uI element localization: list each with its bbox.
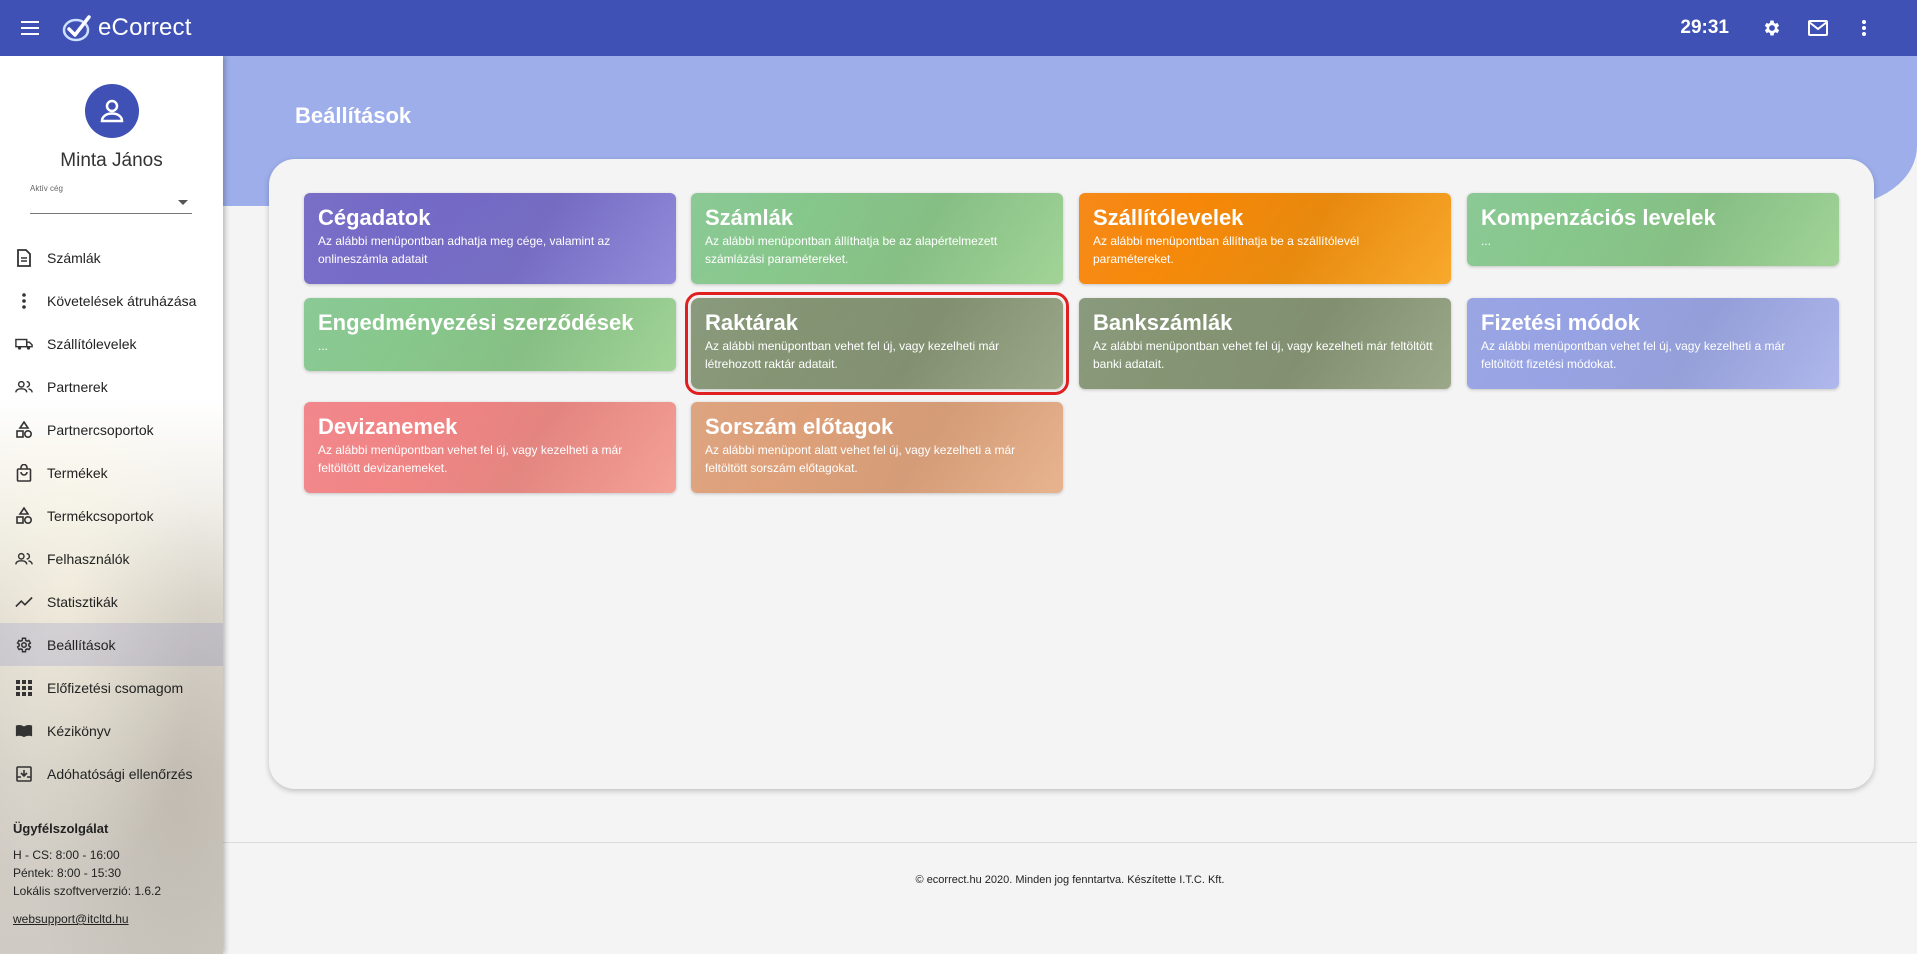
- tile-title: Fizetési módok: [1481, 310, 1640, 335]
- tile-title: Számlák: [705, 205, 794, 230]
- sidebar-item-szamlak[interactable]: Számlák: [0, 236, 223, 279]
- gear-icon: [15, 636, 33, 654]
- sidebar-item-label: Partnercsoportok: [47, 421, 154, 438]
- sidebar-item-label: Szállítólevelek: [47, 335, 137, 352]
- tile-title: Cégadatok: [318, 205, 431, 230]
- support-hours-weekdays: H - CS: 8:00 - 16:00: [13, 848, 120, 862]
- sidebar-item-label: Beállítások: [47, 636, 116, 653]
- tile-sorszam-elotagok[interactable]: Sorszám előtagok Az alábbi menüpont alat…: [691, 402, 1063, 493]
- gear-icon[interactable]: [1749, 0, 1795, 56]
- footer-divider: [223, 842, 1917, 843]
- chevron-down-icon: [178, 200, 188, 205]
- top-app-bar: eCorrect 29:31: [0, 0, 1917, 56]
- sidebar-item-label: Termékcsoportok: [47, 507, 154, 524]
- category-icon: [15, 420, 33, 439]
- session-timer: 29:31: [1680, 17, 1729, 38]
- tile-devizanemek[interactable]: Devizanemek Az alábbi menüpontban vehet …: [304, 402, 676, 493]
- tile-engedmenyezesi-szerzodesek[interactable]: Engedményezési szerződések ...: [304, 298, 676, 371]
- user-avatar-icon[interactable]: [84, 84, 139, 138]
- sidebar-item-koveteles[interactable]: Követelések átruházása: [0, 279, 223, 322]
- archive-icon: [15, 765, 33, 783]
- tile-description: Az alábbi menüpontban állíthatja be a sz…: [1093, 234, 1360, 266]
- tile-description: Az alábbi menüpontban vehet fel új, vagy…: [705, 339, 1000, 371]
- mail-icon[interactable]: [1795, 0, 1841, 56]
- more-vert-icon: [15, 292, 33, 310]
- footer-copyright: © ecorrect.hu 2020. Minden jog fenntartv…: [915, 874, 1225, 886]
- tile-description: Az alábbi menüpontban vehet fel új, vagy…: [1093, 339, 1433, 371]
- sidebar-item-partnercsoportok[interactable]: Partnercsoportok: [0, 408, 223, 451]
- sidebar-nav: Számlák Követelések átruházása Szállítól…: [0, 236, 223, 795]
- tile-bankszamlak[interactable]: Bankszámlák Az alábbi menüpontban vehet …: [1079, 298, 1451, 389]
- sidebar-item-termekek[interactable]: Termékek: [0, 451, 223, 494]
- support-hours-friday: Péntek: 8:00 - 15:30: [13, 866, 122, 880]
- category-icon: [15, 506, 33, 525]
- user-profile: Minta János: [0, 56, 223, 172]
- tile-description: Az alábbi menüpontban vehet fel új, vagy…: [318, 443, 623, 475]
- tile-description: ...: [1481, 234, 1492, 248]
- tile-title: Bankszámlák: [1093, 310, 1233, 335]
- truck-icon: [15, 335, 33, 353]
- sidebar-item-felhasznalok[interactable]: Felhasználók: [0, 537, 223, 580]
- sidebar-item-label: Számlák: [47, 249, 101, 266]
- tile-title: Devizanemek: [318, 414, 458, 439]
- people-icon: [15, 550, 33, 568]
- sidebar-item-label: Adóhatósági ellenőrzés: [47, 765, 193, 782]
- trending-icon: [15, 593, 33, 611]
- sidebar: Minta János Aktív cég Számlák Követelése…: [0, 56, 223, 954]
- app-title: eCorrect: [98, 14, 192, 41]
- user-name: Minta János: [60, 150, 163, 171]
- sidebar-item-label: Előfizetési csomagom: [47, 679, 184, 696]
- sidebar-item-label: Partnerek: [47, 378, 108, 395]
- tile-title: Raktárak: [705, 310, 798, 335]
- sidebar-item-partnerek[interactable]: Partnerek: [0, 365, 223, 408]
- settings-card: Cégadatok Az alábbi menüpontban adhatja …: [269, 159, 1874, 789]
- tile-title: Sorszám előtagok: [705, 414, 894, 439]
- tile-description: Az alábbi menüpontban állíthatja be az a…: [705, 234, 998, 266]
- tile-szamlak[interactable]: Számlák Az alábbi menüpontban állíthatja…: [691, 193, 1063, 284]
- sidebar-item-beallitasok[interactable]: Beállítások: [0, 623, 223, 666]
- book-icon: [15, 722, 33, 740]
- tile-cegadatok[interactable]: Cégadatok Az alábbi menüpontban adhatja …: [304, 193, 676, 284]
- sidebar-item-label: Statisztikák: [47, 593, 118, 610]
- tile-fizetesi-modok[interactable]: Fizetési módok Az alábbi menüpontban veh…: [1467, 298, 1839, 389]
- grid-icon: [15, 679, 33, 697]
- active-company-select[interactable]: Aktív cég: [30, 184, 192, 214]
- logo-check-icon: [62, 15, 91, 42]
- active-company-label: Aktív cég: [30, 184, 63, 193]
- tile-description: Az alábbi menüpont alatt vehet fel új, v…: [705, 443, 1016, 475]
- tile-title: Engedményezési szerződések: [318, 310, 634, 335]
- page-title: Beállítások: [295, 103, 412, 128]
- tile-kompenzacios-levelek[interactable]: Kompenzációs levelek ...: [1467, 193, 1839, 266]
- support-info: Ügyfélszolgálat H - CS: 8:00 - 16:00 Pén…: [13, 820, 161, 928]
- hamburger-menu-icon[interactable]: [0, 0, 62, 56]
- sidebar-item-szallitolevelek[interactable]: Szállítólevelek: [0, 322, 223, 365]
- tile-description: ...: [318, 339, 329, 353]
- tile-description: Az alábbi menüpontban adhatja meg cége, …: [318, 234, 611, 266]
- tile-szallitolevelek[interactable]: Szállítólevelek Az alábbi menüpontban ál…: [1079, 193, 1451, 284]
- sidebar-item-statisztikak[interactable]: Statisztikák: [0, 580, 223, 623]
- sidebar-item-adohatosagi[interactable]: Adóhatósági ellenőrzés: [0, 752, 223, 795]
- sidebar-item-kezikonyv[interactable]: Kézikönyv: [0, 709, 223, 752]
- app-logo[interactable]: eCorrect: [62, 14, 192, 42]
- sidebar-item-termekcsoportok[interactable]: Termékcsoportok: [0, 494, 223, 537]
- software-version: Lokális szoftververzió: 1.6.2: [13, 884, 162, 898]
- tile-title: Szállítólevelek: [1093, 205, 1244, 230]
- people-icon: [15, 378, 33, 396]
- sidebar-item-label: Kézikönyv: [47, 722, 111, 739]
- sidebar-item-label: Követelések átruházása: [47, 292, 197, 309]
- tile-description: Az alábbi menüpontban vehet fel új, vagy…: [1481, 339, 1786, 371]
- support-title: Ügyfélszolgálat: [13, 821, 109, 836]
- support-email-link[interactable]: websupport@itcltd.hu: [13, 910, 129, 928]
- sidebar-item-label: Felhasználók: [47, 550, 130, 567]
- tile-raktarak[interactable]: Raktárak Az alábbi menüpontban vehet fel…: [685, 292, 1069, 395]
- document-icon: [15, 248, 33, 267]
- shopping-bag-icon: [15, 463, 33, 482]
- sidebar-item-elofizetes[interactable]: Előfizetési csomagom: [0, 666, 223, 709]
- tile-title: Kompenzációs levelek: [1481, 205, 1716, 230]
- more-vert-icon[interactable]: [1841, 0, 1887, 56]
- sidebar-item-label: Termékek: [47, 464, 108, 481]
